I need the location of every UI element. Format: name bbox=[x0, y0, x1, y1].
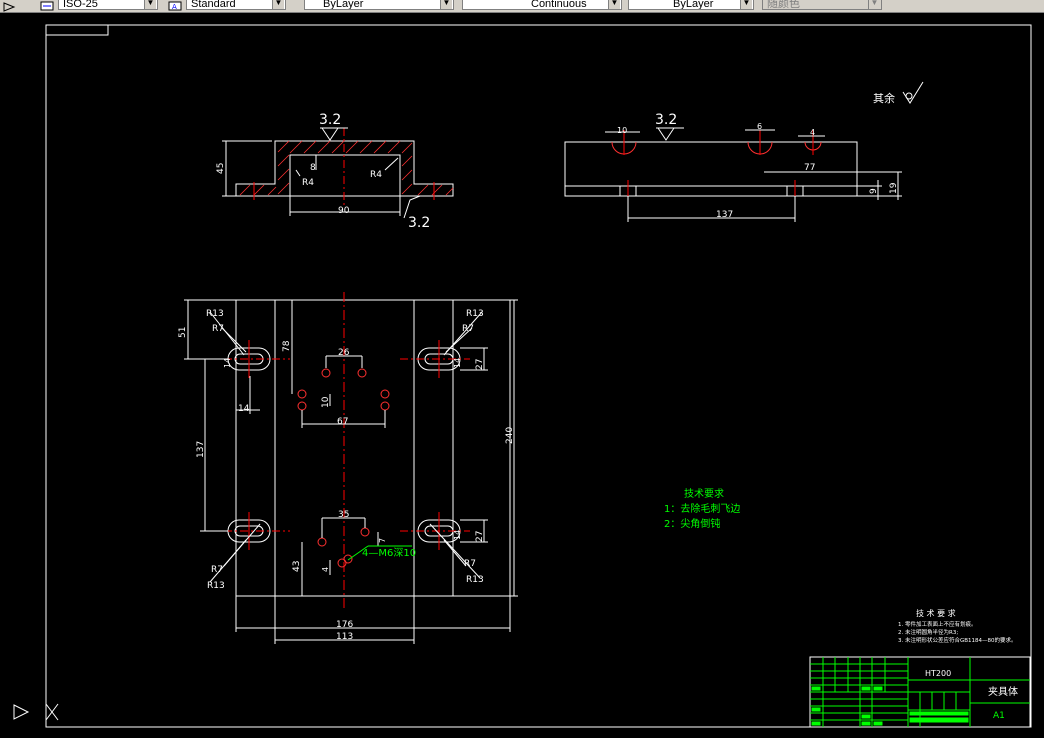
sheet-border bbox=[45, 24, 1032, 728]
side-roughness: 3.2 bbox=[655, 112, 677, 128]
plan-r13-tr: R13 bbox=[466, 309, 484, 319]
side-dim-77: 77 bbox=[804, 163, 815, 173]
dimension-style-icon bbox=[40, 0, 54, 11]
chevron-down-icon[interactable]: ▼ bbox=[272, 0, 284, 9]
title-part-name: 夹具体 bbox=[988, 685, 1018, 698]
plan-r13-br: R13 bbox=[466, 575, 484, 585]
front-roughness-bottom: 3.2 bbox=[408, 215, 430, 231]
section-hatch bbox=[239, 140, 454, 196]
rest-roughness-symbol bbox=[902, 81, 924, 104]
plan-dim-14-slot-tl: 14 bbox=[223, 358, 232, 368]
arrow-icon[interactable] bbox=[2, 0, 16, 12]
sheet-corner-box bbox=[45, 24, 109, 36]
front-radius-left: R4 bbox=[302, 178, 314, 188]
textstyle-value: Standard bbox=[191, 0, 236, 10]
plan-dim-35: 35 bbox=[338, 510, 349, 520]
side-dim-9: 9 bbox=[869, 188, 879, 194]
plan-dim-7: 7 bbox=[378, 538, 387, 543]
chevron-down-icon[interactable]: ▼ bbox=[144, 0, 156, 9]
thread-callout: 4—M6深10 bbox=[362, 547, 416, 559]
plan-dim-14-tr: 14 bbox=[453, 358, 462, 368]
plan-dim-14-tl: 14 bbox=[238, 404, 250, 414]
textstyle-select[interactable]: Standard ▼ bbox=[186, 0, 286, 10]
tech-small-item-1: 1. 零件加工表面上不应有划痕。 bbox=[898, 620, 977, 628]
plan-dim-4: 4 bbox=[321, 567, 330, 572]
tech-req-title: 技术要求 bbox=[684, 487, 724, 500]
plan-dim-27-tr: 27 bbox=[475, 359, 485, 370]
side-dim-137: 137 bbox=[716, 210, 733, 220]
drawing-canvas[interactable]: 3.2 3.2 45 8 R4 R4 90 3.2 10 6 4 77 137 … bbox=[0, 12, 1044, 738]
linetype-value: Continuous bbox=[531, 0, 587, 10]
rest-roughness-label: 其余 bbox=[873, 91, 895, 105]
plotstyle-value: 随颜色 bbox=[767, 0, 800, 10]
tech-req-item-2: 2：尖角倒钝 bbox=[664, 517, 720, 530]
front-roughness-top: 3.2 bbox=[319, 112, 341, 128]
plan-dim-10: 10 bbox=[321, 396, 331, 408]
plotstyle-select[interactable]: 随颜色 ▼ bbox=[762, 0, 882, 10]
chevron-down-icon[interactable]: ▼ bbox=[868, 0, 880, 9]
side-dim-hole1: 10 bbox=[617, 126, 627, 135]
tech-req-item-1: 1：去除毛刺飞边 bbox=[664, 502, 740, 515]
linetype-select[interactable]: Continuous ▼ bbox=[462, 0, 622, 10]
dimstyle-select[interactable]: ISO-25 ▼ bbox=[58, 0, 158, 10]
color-select[interactable]: ByLayer ▼ bbox=[304, 0, 454, 10]
side-dim-hole2: 6 bbox=[757, 122, 762, 131]
chevron-down-icon[interactable]: ▼ bbox=[740, 0, 752, 9]
title-sheet-size: A1 bbox=[993, 711, 1005, 721]
lineweight-select[interactable]: ByLayer ▼ bbox=[628, 0, 754, 10]
plan-dim-14-br: 14 bbox=[453, 530, 462, 540]
chevron-down-icon[interactable]: ▼ bbox=[440, 0, 452, 9]
plan-dim-27-br: 27 bbox=[475, 531, 485, 542]
front-dim-height: 45 bbox=[216, 163, 226, 174]
plan-dim-67: 67 bbox=[337, 417, 348, 427]
plan-r7-bl: R7 bbox=[211, 565, 223, 575]
plan-dim-26: 26 bbox=[338, 348, 350, 358]
front-view bbox=[222, 127, 454, 219]
plan-r13-tl: R13 bbox=[206, 309, 224, 319]
lineweight-value: ByLayer bbox=[673, 0, 714, 10]
title-material: HT200 bbox=[925, 669, 951, 678]
side-dim-19: 19 bbox=[889, 182, 899, 194]
color-value: ByLayer bbox=[323, 0, 364, 10]
svg-text:A: A bbox=[172, 3, 177, 11]
plan-r7-br: R7 bbox=[464, 559, 476, 569]
plan-r13-bl: R13 bbox=[207, 581, 225, 591]
tech-small-title: 技 术 要 求 bbox=[916, 608, 956, 618]
front-radius-right: R4 bbox=[370, 170, 382, 180]
tech-small-item-3: 3. 未注明形状公差应符合GB1184—80的要求。 bbox=[898, 636, 1017, 644]
tech-small-item-2: 2. 未注明圆角半径为R3; bbox=[898, 628, 958, 636]
front-dim-depth: 8 bbox=[310, 163, 316, 173]
plan-dim-78: 78 bbox=[282, 340, 292, 352]
side-dim-hole3: 4 bbox=[810, 128, 815, 137]
front-dim-width: 90 bbox=[338, 206, 350, 216]
text-style-icon: A bbox=[168, 0, 182, 11]
plan-dim-137: 137 bbox=[196, 441, 206, 458]
chevron-down-icon[interactable]: ▼ bbox=[608, 0, 620, 9]
plan-dim-43: 43 bbox=[292, 561, 302, 572]
plan-dim-51: 51 bbox=[178, 327, 188, 338]
plan-dim-113: 113 bbox=[336, 632, 353, 642]
plan-dim-240: 240 bbox=[505, 427, 515, 444]
plan-r7-tr: R7 bbox=[462, 324, 474, 334]
side-view bbox=[564, 127, 902, 222]
plan-r7-tl: R7 bbox=[212, 324, 224, 334]
ucs-icon bbox=[13, 703, 59, 721]
plan-view bbox=[184, 292, 518, 644]
dimstyle-value: ISO-25 bbox=[63, 0, 98, 10]
plan-dim-176: 176 bbox=[336, 620, 353, 630]
